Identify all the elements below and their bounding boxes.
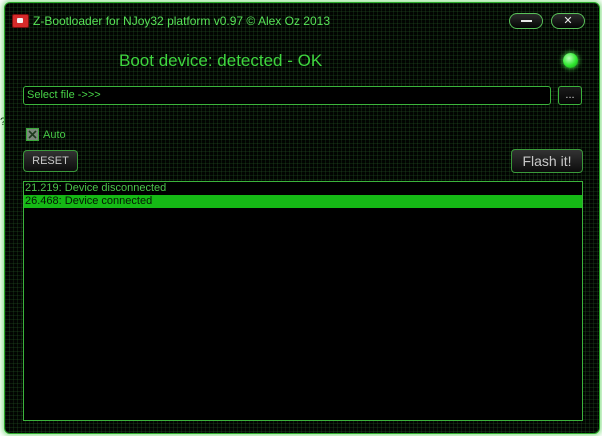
title-bar[interactable]: Z-Bootloader for NJoy32 platform v0.97 ©… — [5, 3, 599, 39]
browse-button-label: ... — [565, 89, 575, 101]
flash-button[interactable]: Flash it! — [511, 149, 583, 173]
minimize-button[interactable] — [509, 13, 543, 29]
close-icon: ✕ — [563, 14, 573, 27]
bootloader-window: Z-Bootloader for NJoy32 platform v0.97 ©… — [4, 2, 600, 434]
auto-checkbox-label: Auto — [43, 129, 66, 141]
minimize-icon — [521, 20, 532, 22]
reset-button[interactable]: RESET — [23, 150, 78, 172]
app-icon — [12, 14, 29, 28]
status-led-icon — [563, 53, 578, 68]
boot-status-text: Boot device: detected - OK — [119, 51, 323, 70]
close-button[interactable]: ✕ — [551, 13, 585, 29]
browse-button[interactable]: ... — [558, 86, 582, 105]
log-list[interactable]: 21.219: Device disconnected 26.468: Devi… — [23, 181, 583, 421]
log-item-selected[interactable]: 26.468: Device connected — [24, 195, 582, 208]
file-path-input[interactable]: Select file ->>> — [23, 86, 551, 105]
auto-checkbox[interactable] — [26, 128, 39, 141]
checkmark-icon — [28, 130, 37, 139]
log-item[interactable]: 21.219: Device disconnected — [24, 182, 582, 195]
window-title: Z-Bootloader for NJoy32 platform v0.97 ©… — [33, 14, 330, 28]
